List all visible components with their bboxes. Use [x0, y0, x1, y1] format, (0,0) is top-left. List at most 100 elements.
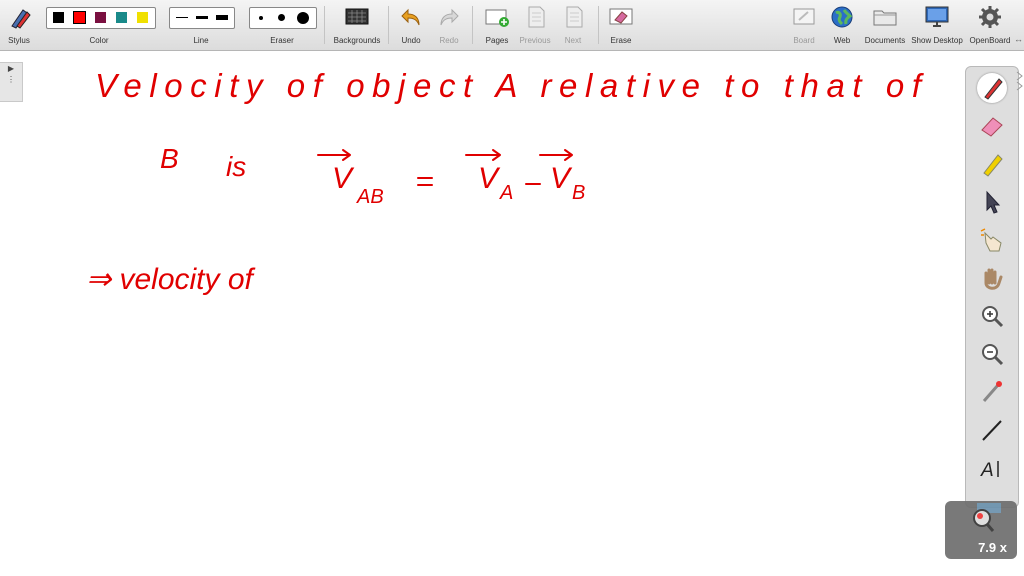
openboard-menu-button[interactable]: OpenBoard — [966, 0, 1014, 50]
backgrounds-icon — [345, 8, 369, 25]
color-label: Color — [89, 36, 109, 45]
web-button[interactable]: Web — [824, 0, 860, 50]
equals-sign — [417, 177, 433, 186]
stylus-button[interactable]: Stylus — [0, 0, 38, 50]
web-label: Web — [833, 36, 851, 45]
ink-strokes — [317, 149, 573, 186]
erase-label: Erase — [610, 36, 632, 45]
show-desktop-label: Show Desktop — [911, 36, 963, 45]
undo-button[interactable]: Undo — [394, 0, 428, 50]
pages-label: Pages — [485, 36, 509, 45]
hand-icon — [984, 268, 1003, 290]
handwritten-v-b: V — [550, 162, 573, 195]
backgrounds-label: Backgrounds — [333, 36, 381, 45]
zoom-out-icon — [982, 344, 1004, 366]
text-icon: A — [980, 460, 999, 481]
monitor-icon — [925, 6, 949, 27]
pointing-hand-icon — [980, 228, 1002, 252]
next-page-icon — [566, 6, 583, 28]
zoom-level: 7.9 x — [978, 540, 1007, 555]
eraser-tool[interactable] — [977, 111, 1007, 141]
color-yellow-swatch[interactable] — [137, 12, 148, 23]
window-resize-icon[interactable]: ↔ — [1014, 34, 1023, 44]
vector-arrow-vb — [539, 149, 573, 161]
previous-page-icon — [528, 6, 545, 28]
handwritten-b: B — [160, 143, 179, 174]
top-toolbar: Stylus Color Line Eraser Backgrounds Und… — [0, 0, 1024, 51]
hand-tool[interactable] — [977, 263, 1007, 293]
selector-tool[interactable] — [977, 187, 1007, 217]
redo-icon — [440, 8, 459, 26]
interact-tool[interactable] — [977, 225, 1007, 255]
documents-label: Documents — [864, 36, 906, 45]
laser-pointer-tool[interactable] — [977, 377, 1007, 407]
pen-icon — [984, 78, 1003, 100]
handwritten-subscript-b: B — [572, 182, 585, 204]
zoom-indicator: 7.9 x — [945, 501, 1017, 559]
toolbar-separator — [388, 6, 389, 44]
add-page-icon — [485, 9, 509, 27]
folder-icon — [873, 10, 897, 26]
arrow-cursor-icon — [986, 190, 1001, 214]
line-thick-option[interactable] — [216, 15, 228, 20]
eraser-small-option[interactable] — [259, 16, 263, 20]
color-red-swatch[interactable] — [73, 11, 86, 24]
erase-icon — [609, 8, 633, 25]
line-medium-option[interactable] — [196, 16, 208, 19]
undo-label: Undo — [401, 36, 421, 45]
zoom-out-tool[interactable] — [977, 339, 1007, 369]
erase-all-button[interactable]: Erase — [604, 0, 638, 50]
previous-page-button[interactable]: Previous — [516, 0, 554, 50]
color-black-swatch[interactable] — [53, 12, 64, 23]
tool-palette: A — [965, 66, 1019, 508]
previous-label: Previous — [519, 36, 551, 45]
text-tool[interactable]: A — [977, 453, 1007, 483]
line-widths — [169, 7, 235, 29]
color-teal-swatch[interactable] — [116, 12, 127, 23]
stylus-label: Stylus — [8, 36, 30, 45]
handwritten-v-a: V — [478, 162, 501, 195]
line-thin-option[interactable] — [176, 17, 188, 18]
zoom-in-tool[interactable] — [977, 301, 1007, 331]
board-label: Board — [793, 36, 815, 45]
eraser-icon — [981, 117, 1003, 137]
eraser-large-option[interactable] — [297, 12, 309, 24]
toolbar-separator — [598, 6, 599, 44]
color-maroon-swatch[interactable] — [95, 12, 106, 23]
backgrounds-button[interactable]: Backgrounds — [330, 0, 384, 50]
handwritten-is: is — [226, 151, 246, 182]
line-group: Line — [166, 0, 236, 50]
handwritten-line-3: ⇒ velocity of — [86, 263, 256, 296]
line-tool[interactable] — [977, 415, 1007, 445]
show-desktop-button[interactable]: Show Desktop — [908, 0, 966, 50]
gear-icon — [979, 6, 1001, 28]
highlighter-icon — [983, 154, 1003, 177]
board-icon — [793, 8, 815, 25]
eraser-medium-option[interactable] — [278, 14, 285, 21]
handwritten-v-ab: V — [332, 162, 355, 195]
toolbar-separator — [472, 6, 473, 44]
vector-arrow-vab — [317, 149, 351, 161]
openboard-label: OpenBoard — [969, 36, 1011, 45]
next-page-button[interactable]: Next — [554, 0, 592, 50]
whiteboard-canvas[interactable]: Velocity of object A relative to that of… — [0, 51, 940, 351]
palette-edge-arrow[interactable] — [1016, 66, 1024, 96]
redo-button[interactable]: Redo — [432, 0, 466, 50]
eraser-sizes — [249, 7, 317, 29]
laser-pointer-icon — [982, 381, 1002, 402]
board-button[interactable]: Board — [786, 0, 822, 50]
eraser-group: Eraser — [246, 0, 318, 50]
toolbar-separator — [324, 6, 325, 44]
eraser-label: Eraser — [270, 36, 294, 45]
line-icon — [982, 420, 1002, 441]
pages-button[interactable]: Pages — [478, 0, 516, 50]
magnifier-icon — [973, 503, 1001, 532]
svg-text:A: A — [980, 460, 994, 481]
handwritten-subscript-ab: AB — [356, 186, 384, 208]
marker-tool[interactable] — [977, 149, 1007, 179]
globe-icon — [831, 6, 853, 28]
stylus-icon — [11, 9, 31, 29]
pen-tool[interactable] — [977, 73, 1007, 103]
collapse-arrow-icon — [1016, 71, 1023, 91]
documents-button[interactable]: Documents — [862, 0, 908, 50]
